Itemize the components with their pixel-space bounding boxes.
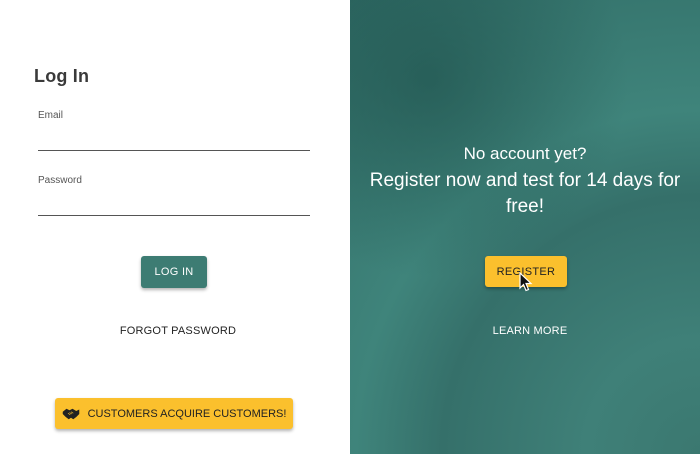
login-panel: Log In Email Password LOG IN FORGOT PASS… [0,0,350,454]
register-pitch-text: Register now and test for 14 days for fr… [369,170,681,217]
register-panel: No account yet? Register now and test fo… [350,0,700,454]
register-button[interactable]: REGISTER [485,256,567,287]
page: Log In Email Password LOG IN FORGOT PASS… [0,0,700,454]
customers-acquire-customers-button[interactable]: CUSTOMERS ACQUIRE CUSTOMERS! [55,398,293,429]
handshake-icon [62,408,79,419]
password-field-group: Password [38,175,310,216]
email-field-group: Email [38,110,310,151]
email-input[interactable] [38,127,310,151]
password-input[interactable] [38,192,310,216]
no-account-text: No account yet? [463,144,587,163]
forgot-password-link[interactable]: FORGOT PASSWORD [0,325,356,337]
customers-button-label: CUSTOMERS ACQUIRE CUSTOMERS! [87,407,287,420]
email-label: Email [38,110,64,121]
login-title: Log In [34,66,90,86]
password-label: Password [38,175,82,186]
learn-more-link[interactable]: LEARN MORE [350,325,700,337]
login-button[interactable]: LOG IN [141,256,207,288]
